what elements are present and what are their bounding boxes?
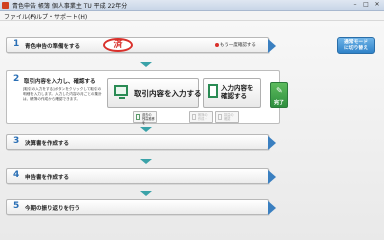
step-label: 取引内容を入力し、確認する (24, 79, 96, 85)
step-1-prepare[interactable]: 1 青色申告の準備をする 済 もう一度確認する (6, 37, 276, 53)
step-arrow-icon (268, 39, 276, 53)
window-titlebar: 青色申告 帳簿 個人事業主 TU 平成 22年分 – □ ✕ (0, 0, 384, 11)
main-content: 通常モード に切り替え 1 青色申告の準備をする 済 もう一度確認する 2 取引… (0, 21, 384, 240)
ledger-icon (218, 114, 222, 120)
completed-stamp-icon: 済 (103, 38, 133, 52)
check-entries-button[interactable]: 入力内容を 確認する (203, 78, 261, 108)
step-label: 青色申告の準備をする (25, 44, 81, 50)
close-button[interactable]: ✕ (372, 1, 382, 9)
step-description: [取引の入力をする]ボタンをクリックして取引の明細を入力します。入力した内容の月… (23, 87, 102, 101)
ledger-icon (192, 114, 196, 120)
step-arrow-icon (268, 170, 276, 184)
small-button-line: 確認 (224, 117, 231, 121)
menu-bar: ファイル(F) ヘルプ・サポート(H) (0, 11, 384, 21)
step-number: 1 (13, 39, 20, 49)
step-arrow-icon (268, 136, 276, 150)
balance-history-button[interactable]: 過去の 残高推移を (133, 111, 157, 125)
enter-transactions-button[interactable]: 取引内容を入力する (107, 78, 202, 108)
step-number: 5 (13, 201, 20, 211)
check-entries-line2: 確認する (221, 92, 247, 100)
mode-button-line2: に切り替え (344, 46, 368, 51)
check-entries-label: 入力内容を 確認する (221, 84, 254, 100)
step-label: 申告書を作成する (25, 175, 70, 181)
menu-help-support[interactable]: ヘルプ・サポート(H) (30, 12, 87, 21)
step-4-tax-return[interactable]: 4 申告書を作成する (6, 168, 276, 184)
step-2-enter-transactions: 2 取引内容を入力し、確認する [取引の入力をする]ボタンをクリックして取引の明… (6, 70, 288, 125)
recheck-link[interactable]: もう一度確認する (220, 42, 256, 48)
step-number: 2 (13, 74, 20, 84)
step-number: 4 (13, 170, 20, 180)
step-number: 3 (13, 136, 20, 146)
step-label: 決算書を作成する (25, 141, 70, 147)
down-arrow-icon (140, 62, 152, 67)
maximize-button[interactable]: □ (361, 1, 371, 9)
check-entries-line1: 入力内容を (221, 84, 254, 92)
small-button-line: 作成・ (198, 117, 208, 121)
complete-label: 完了 (274, 100, 285, 106)
small-button-line: 残高推移を (142, 117, 155, 125)
step-5-review-period[interactable]: 5 今期の振り返りを行う (6, 199, 276, 215)
complete-button[interactable]: ✎ 完了 (270, 82, 288, 108)
ledger-icon (136, 114, 140, 120)
profit-loss-button[interactable]: 損益の 確認 (215, 111, 239, 123)
down-arrow-icon (140, 159, 152, 164)
document-icon (208, 84, 218, 98)
minimize-button[interactable]: – (350, 1, 360, 9)
recheck-icon (215, 43, 219, 47)
down-arrow-icon (140, 127, 152, 132)
balance-history-label: 過去の 残高推移を (142, 113, 156, 125)
pencil-icon: ✎ (276, 86, 283, 95)
step-label: 今期の振り返りを行う (25, 206, 81, 212)
profit-loss-label: 損益の 確認 (224, 113, 234, 121)
down-arrow-icon (140, 191, 152, 196)
step-3-financial-statements[interactable]: 3 決算書を作成する (6, 134, 276, 150)
create-books-button[interactable]: 帳簿の 作成・ (189, 111, 213, 123)
app-icon (2, 2, 9, 9)
step-arrow-icon (268, 201, 276, 215)
create-books-label: 帳簿の 作成・ (198, 113, 208, 121)
window-title: 青色申告 帳簿 個人事業主 TU 平成 22年分 (12, 3, 128, 10)
computer-screen-icon (114, 85, 128, 99)
switch-normal-mode-button[interactable]: 通常モード に切り替え (337, 37, 375, 54)
enter-transactions-label: 取引内容を入力する (134, 89, 202, 98)
